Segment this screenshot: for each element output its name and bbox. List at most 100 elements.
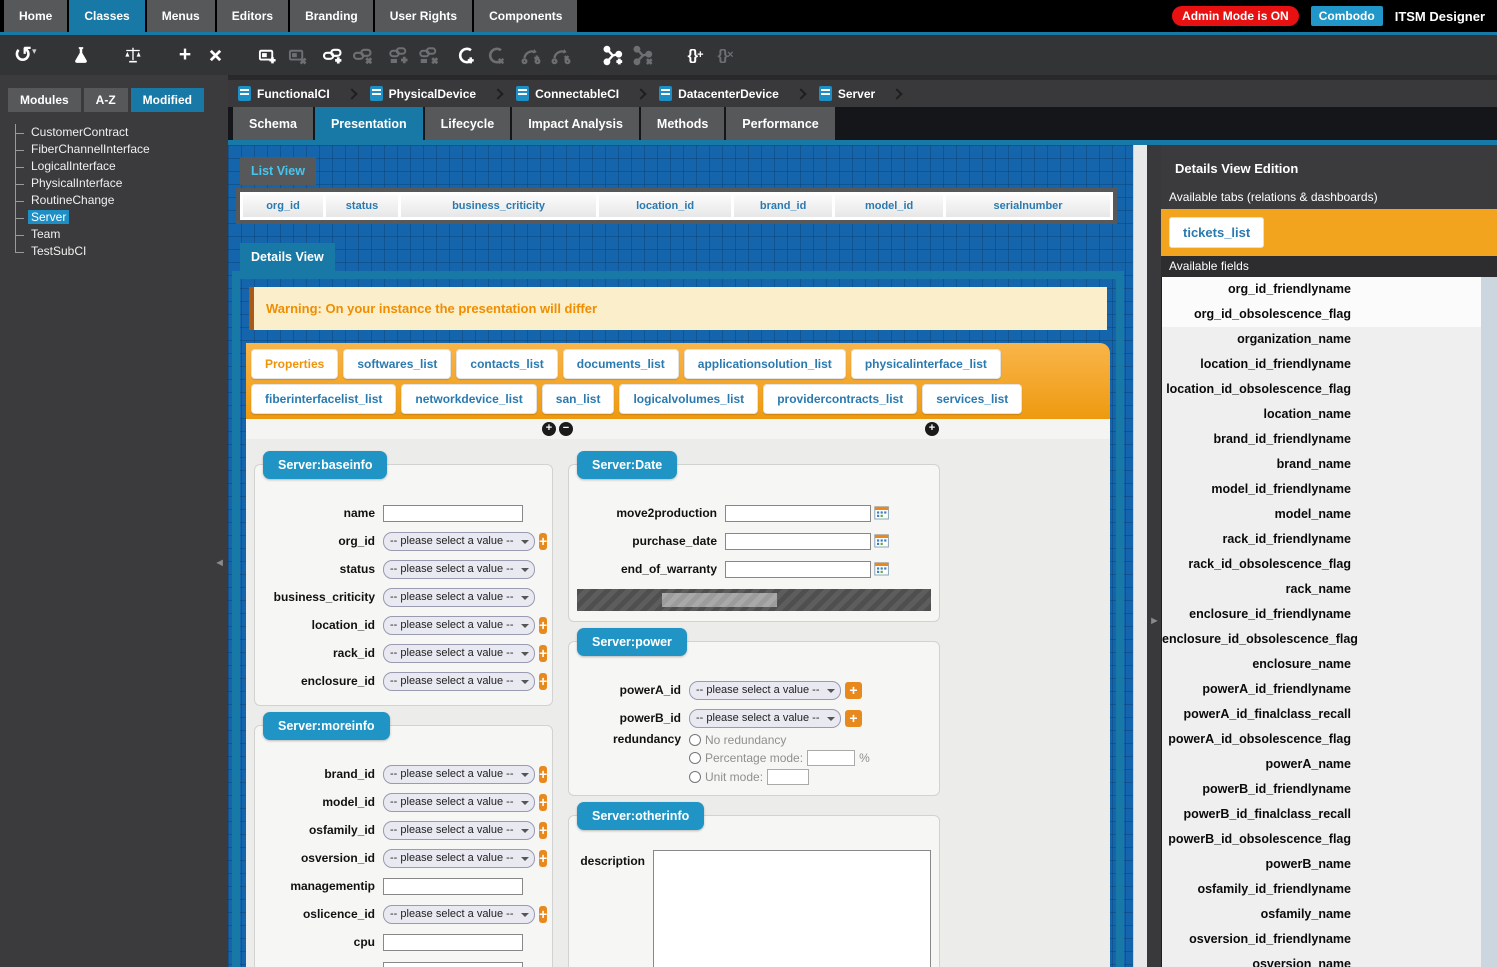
add-rack-button[interactable]: + (539, 645, 547, 662)
percentage-value-field[interactable] (807, 750, 855, 766)
details-view-tab[interactable]: Details View (240, 243, 335, 271)
class-tree-item[interactable]: RoutineChange (8, 192, 228, 209)
available-field[interactable]: enclosure_name (1162, 652, 1481, 677)
available-field[interactable]: osfamily_name (1162, 902, 1481, 927)
purchase-date-field[interactable] (725, 533, 871, 550)
menu-tab[interactable]: Menus (147, 0, 215, 32)
add-relation-icon[interactable] (600, 42, 626, 68)
class-tab[interactable]: Performance (726, 107, 834, 140)
add-model-button[interactable]: + (539, 794, 547, 811)
add-link-icon[interactable] (320, 42, 346, 68)
class-tab[interactable]: Lifecycle (425, 107, 511, 140)
fieldset-title[interactable]: Server:Date (577, 451, 677, 479)
class-tree-item[interactable]: LogicalInterface (8, 158, 228, 175)
percentage-mode-option[interactable]: Percentage mode: % (689, 750, 870, 766)
fieldset-title[interactable]: Server:baseinfo (263, 451, 387, 479)
name-field[interactable] (383, 505, 523, 522)
fieldset-title[interactable]: Server:power (577, 628, 687, 656)
breadcrumb-item[interactable]: PhysicalDevice (370, 86, 516, 101)
fieldset-title[interactable]: Server:moreinfo (263, 712, 390, 740)
business-criticity-select[interactable]: -- please select a value -- (383, 588, 535, 607)
audit-scales-icon[interactable] (120, 42, 146, 68)
available-field[interactable]: model_id_friendlyname (1162, 477, 1481, 502)
location-id-select[interactable]: -- please select a value -- (383, 616, 535, 635)
sidebar-tab[interactable]: A-Z (84, 88, 128, 112)
class-tab[interactable]: Schema (233, 107, 313, 140)
available-field[interactable]: powerA_id_obsolescence_flag (1162, 727, 1481, 752)
add-location-button[interactable]: + (539, 617, 547, 634)
managementip-field[interactable] (383, 878, 523, 895)
available-field[interactable]: model_name (1162, 502, 1481, 527)
available-field[interactable]: powerA_id_finalclass_recall (1162, 702, 1481, 727)
add-method-icon[interactable]: {}+ (682, 42, 708, 68)
percentage-mode-radio[interactable] (689, 752, 701, 764)
available-field[interactable]: org_id_friendlyname (1162, 277, 1481, 302)
menu-tab[interactable]: User Rights (375, 0, 472, 32)
delete-class-icon[interactable] (202, 42, 228, 68)
list-column[interactable]: org_id (243, 195, 323, 217)
available-field[interactable]: rack_id_friendlyname (1162, 527, 1481, 552)
osversion-id-select[interactable]: -- please select a value -- (383, 849, 535, 868)
add-org-button[interactable]: + (539, 533, 547, 550)
available-field[interactable]: powerB_id_obsolescence_flag (1162, 827, 1481, 852)
notes-drag-bar[interactable] (662, 593, 777, 607)
add-powerb-button[interactable]: + (845, 710, 862, 727)
fieldset-title[interactable]: Server:otherinfo (577, 802, 704, 830)
move2production-field[interactable] (725, 505, 871, 522)
available-field[interactable]: org_id_obsolescence_flag (1162, 302, 1481, 327)
combodo-badge[interactable]: Combodo (1311, 6, 1383, 26)
end-of-warranty-field[interactable] (725, 561, 871, 578)
oslicence-id-select[interactable]: -- please select a value -- (383, 905, 535, 924)
notes-hidden-field[interactable]: notes (577, 589, 931, 611)
osfamily-id-select[interactable]: -- please select a value -- (383, 821, 535, 840)
description-field[interactable] (653, 850, 931, 967)
status-select[interactable]: -- please select a value -- (383, 560, 535, 579)
list-column[interactable]: model_id (835, 195, 943, 217)
add-state-icon[interactable] (452, 42, 478, 68)
class-tree-item[interactable]: CustomerContract (8, 124, 228, 141)
breadcrumb-item[interactable]: FunctionalCI (238, 86, 370, 101)
available-field[interactable]: brand_name (1162, 452, 1481, 477)
undo-menu-caret-icon[interactable]: ▾ (32, 46, 42, 57)
available-field[interactable]: location_id_obsolescence_flag (1162, 377, 1481, 402)
add-osfamily-button[interactable]: + (539, 822, 547, 839)
add-brand-button[interactable]: + (539, 766, 547, 783)
class-tree-item[interactable]: Team (8, 226, 228, 243)
available-field[interactable]: organization_name (1162, 327, 1481, 352)
class-tree-item[interactable]: TestSubCI (8, 243, 228, 260)
calendar-icon[interactable] (874, 561, 890, 577)
available-field[interactable]: osversion_id_friendlyname (1162, 927, 1481, 952)
list-column[interactable]: status (326, 195, 398, 217)
list-column[interactable]: brand_id (734, 195, 832, 217)
list-column[interactable]: serialnumber (946, 195, 1110, 217)
unit-value-field[interactable] (767, 769, 809, 785)
available-field[interactable]: location_id_friendlyname (1162, 352, 1481, 377)
details-tab[interactable]: fiberinterfacelist_list (251, 384, 396, 414)
available-field[interactable]: powerB_id_friendlyname (1162, 777, 1481, 802)
breadcrumb-item[interactable]: ConnectableCI (516, 86, 659, 101)
class-tree-item[interactable]: Server (8, 209, 228, 226)
available-field[interactable]: rack_name (1162, 577, 1481, 602)
add-powera-button[interactable]: + (845, 682, 862, 699)
add-column-button-2[interactable]: + (925, 422, 939, 436)
calendar-icon[interactable] (874, 533, 890, 549)
available-field[interactable]: enclosure_id_friendlyname (1162, 602, 1481, 627)
canvas-vertical-scrollbar[interactable] (1133, 145, 1147, 967)
available-field[interactable]: location_name (1162, 402, 1481, 427)
add-class-icon[interactable]: + (172, 42, 198, 68)
breadcrumb-item[interactable]: Server (819, 86, 915, 101)
details-tab[interactable]: logicalvolumes_list (619, 384, 758, 414)
menu-tab[interactable]: Components (474, 0, 577, 32)
details-tab[interactable]: Properties (251, 349, 338, 379)
ram-field[interactable] (383, 962, 523, 967)
list-view-tab[interactable]: List View (240, 157, 316, 185)
remove-column-button[interactable]: − (559, 422, 573, 436)
class-tree-item[interactable]: FiberChannelInterface (8, 141, 228, 158)
details-tab[interactable]: services_list (922, 384, 1022, 414)
details-tab[interactable]: networkdevice_list (401, 384, 536, 414)
compile-flask-icon[interactable] (68, 42, 94, 68)
panel-collapse-icon[interactable]: ► (1149, 615, 1160, 627)
sidebar-collapse-icon[interactable]: ◄ (214, 557, 225, 569)
no-redundancy-option[interactable]: No redundancy (689, 733, 870, 747)
available-field[interactable]: enclosure_id_obsolescence_flag (1162, 627, 1481, 652)
